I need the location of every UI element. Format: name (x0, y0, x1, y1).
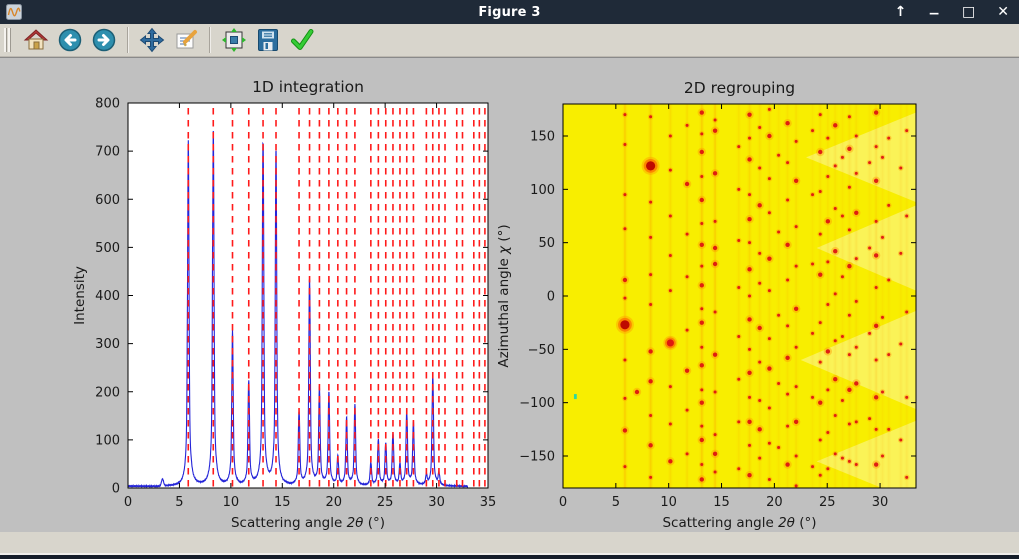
close-button[interactable]: ✕ (997, 0, 1009, 24)
save-floppy-icon (255, 27, 281, 53)
configure-subplots-icon (221, 27, 247, 53)
forward-arrow-icon (91, 27, 117, 53)
figure-plots: 0510152025303501002003004005006007008001… (0, 58, 1019, 533)
x-tick-label: 10 (223, 495, 240, 510)
apply-check-button[interactable] (286, 25, 318, 55)
y-axis-label: Intensity (72, 266, 88, 325)
window-title: Figure 3 (0, 5, 1019, 20)
green-check-icon (289, 27, 315, 53)
y-tick-label: 300 (95, 337, 120, 352)
x-tick-label: 30 (872, 495, 889, 510)
x-tick-label: 30 (428, 495, 445, 510)
back-button[interactable] (54, 25, 86, 55)
back-arrow-icon (57, 27, 83, 53)
x-tick-label: 5 (175, 495, 183, 510)
y-tick-label: 600 (95, 193, 120, 208)
plot-1d-integration: 0 5 10 15 20 25 30 35 0 100 200 300 400 500 600 700 800 1… (72, 78, 496, 531)
y-tick-label: 700 (95, 145, 120, 160)
toolbar-grip[interactable] (4, 28, 11, 52)
plot-2d-regrouping: 0 5 10 15 20 25 30 −150 −100 −50 0 50 100 150 2D regro… (496, 79, 916, 531)
x-axis-label: Scattering angle 2θ (°) (662, 515, 816, 531)
x-tick-label: 10 (660, 495, 677, 510)
minimize-button[interactable]: − (928, 2, 940, 26)
y-tick-label: 150 (530, 130, 555, 145)
toolbar-separator (127, 27, 129, 53)
y-axis-label: Azimuthal angle χ (°) (496, 224, 512, 367)
y-tick-label: −50 (528, 343, 555, 358)
x-tick-label: 20 (766, 495, 783, 510)
pan-move-icon (139, 27, 165, 53)
x-tick-label: 20 (325, 495, 342, 510)
y-tick-label: 0 (112, 482, 120, 497)
cyan-outlier-pixel (574, 394, 577, 399)
y-tick-label: 100 (95, 433, 120, 448)
y-tick-label: −100 (519, 396, 555, 411)
x-tick-label: 15 (274, 495, 291, 510)
titlebar[interactable]: Figure 3 ↑ − □ ✕ (0, 0, 1019, 24)
window-bottom-border (0, 555, 1019, 559)
x-tick-label: 0 (559, 495, 567, 510)
x-axis-label: Scattering angle 2θ (°) (231, 515, 385, 531)
save-button[interactable] (252, 25, 284, 55)
x-tick-label: 35 (480, 495, 497, 510)
y-tick-label: 50 (538, 236, 555, 251)
y-tick-label: 200 (95, 385, 120, 400)
toolbar-separator (209, 27, 211, 53)
configure-subplots-button[interactable] (218, 25, 250, 55)
regrouped-image (563, 104, 916, 502)
status-bar (0, 532, 1019, 555)
y-tick-label: 100 (530, 183, 555, 198)
y-tick-label: 0 (547, 290, 555, 305)
figure-canvas[interactable]: 0510152025303501002003004005006007008001… (0, 57, 1019, 532)
pan-button[interactable] (136, 25, 168, 55)
x-tick-label: 0 (124, 495, 132, 510)
home-button[interactable] (20, 25, 52, 55)
edit-document-icon (173, 27, 199, 53)
plot-title: 1D integration (252, 78, 364, 96)
toolbar (0, 24, 1019, 57)
x-tick-label: 5 (612, 495, 620, 510)
x-tick-label: 25 (819, 495, 836, 510)
edit-curves-button[interactable] (170, 25, 202, 55)
home-icon (23, 27, 49, 53)
y-tick-label: −150 (519, 450, 555, 465)
x-tick-label: 25 (377, 495, 394, 510)
forward-button[interactable] (88, 25, 120, 55)
figure-window: Figure 3 ↑ − □ ✕ (0, 0, 1019, 559)
x-tick-label: 15 (713, 495, 730, 510)
y-tick-label: 500 (95, 241, 120, 256)
rollup-button[interactable]: ↑ (895, 0, 907, 24)
y-tick-label: 400 (95, 289, 120, 304)
maximize-button[interactable]: □ (962, 0, 975, 24)
plot-title: 2D regrouping (684, 79, 795, 97)
y-tick-label: 800 (95, 97, 120, 112)
window-controls: ↑ − □ ✕ (895, 0, 1009, 24)
